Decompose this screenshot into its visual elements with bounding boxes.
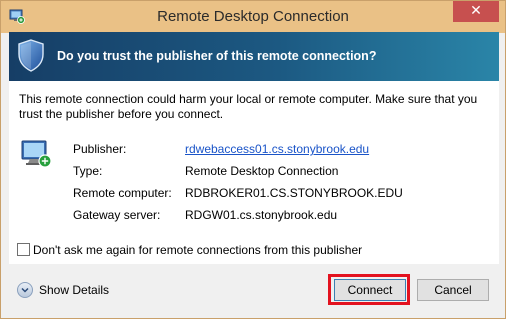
gateway-server-value: RDGW01.cs.stonybrook.edu: [185, 208, 338, 222]
banner-heading: Do you trust the publisher of this remot…: [57, 49, 377, 63]
type-value: Remote Desktop Connection: [185, 164, 339, 178]
close-button[interactable]: ✕: [453, 1, 499, 22]
security-shield-icon: [18, 39, 44, 72]
dont-ask-again-label[interactable]: Don't ask me again for remote connection…: [33, 243, 362, 257]
content-panel: This remote connection could harm your l…: [9, 81, 499, 264]
remote-computer-value: RDBROKER01.CS.STONYBROOK.EDU: [185, 186, 403, 200]
remote-computer-label: Remote computer:: [73, 186, 172, 200]
publisher-link[interactable]: rdwebaccess01.cs.stonybrook.edu: [185, 142, 369, 156]
remote-computer-icon: [21, 140, 52, 168]
title-bar[interactable]: Remote Desktop Connection ✕: [1, 1, 505, 33]
connect-button[interactable]: Connect: [334, 279, 406, 301]
publisher-label: Publisher:: [73, 142, 127, 156]
warning-text: This remote connection could harm your l…: [19, 92, 478, 121]
rdc-dialog: Remote Desktop Connection ✕ Do you trust…: [0, 0, 506, 319]
cancel-button[interactable]: Cancel: [417, 279, 489, 301]
type-label: Type:: [73, 164, 103, 178]
show-details-button[interactable]: Show Details: [39, 283, 109, 297]
show-details-chevron-icon[interactable]: [17, 282, 33, 298]
trust-banner: Do you trust the publisher of this remot…: [9, 32, 499, 81]
gateway-server-label: Gateway server:: [73, 208, 161, 222]
window-title: Remote Desktop Connection: [157, 8, 349, 25]
dont-ask-again-checkbox[interactable]: [17, 243, 30, 256]
